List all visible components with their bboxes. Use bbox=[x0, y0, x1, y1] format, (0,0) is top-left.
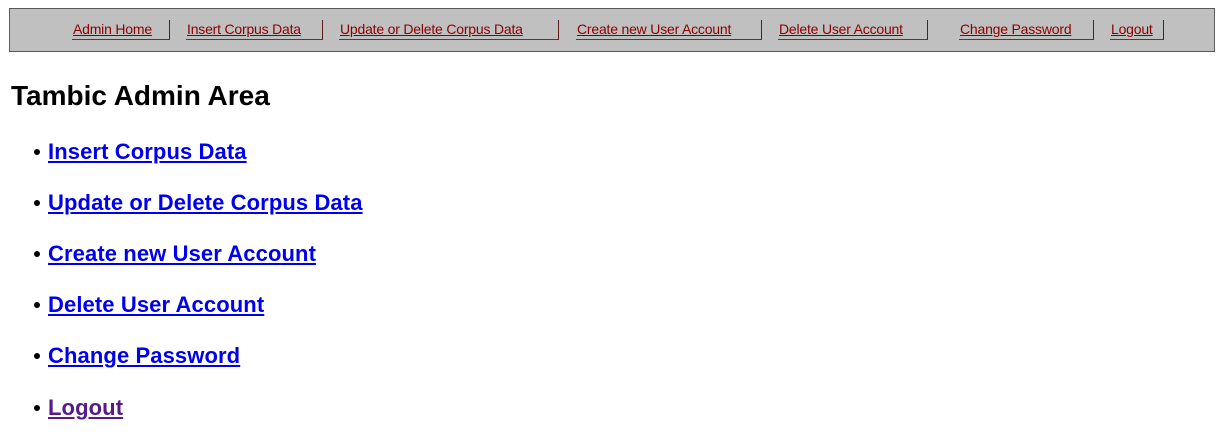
delete-user-account-link[interactable]: Delete User Account bbox=[48, 292, 264, 317]
nav-update-delete-corpus-data-link[interactable]: Update or Delete Corpus Data bbox=[339, 20, 559, 40]
insert-corpus-data-link[interactable]: Insert Corpus Data bbox=[48, 139, 247, 164]
create-user-account-link[interactable]: Create new User Account bbox=[48, 241, 316, 266]
bullet-icon bbox=[34, 250, 40, 257]
change-password-link[interactable]: Change Password bbox=[48, 343, 240, 368]
top-nav-bar: Admin Home Insert Corpus Data Update or … bbox=[9, 8, 1215, 52]
nav-create-user-account-link[interactable]: Create new User Account bbox=[576, 20, 762, 40]
logout-link[interactable]: Logout bbox=[48, 395, 123, 420]
bullet-icon bbox=[34, 352, 40, 359]
nav-insert-corpus-data-link[interactable]: Insert Corpus Data bbox=[186, 20, 323, 40]
list-item: Update or Delete Corpus Data bbox=[34, 190, 363, 222]
nav-change-password-link[interactable]: Change Password bbox=[959, 20, 1094, 40]
nav-delete-user-account-link[interactable]: Delete User Account bbox=[778, 20, 928, 40]
list-item: Create new User Account bbox=[34, 241, 316, 273]
page-title: Tambic Admin Area bbox=[11, 80, 270, 111]
list-item: Delete User Account bbox=[34, 292, 264, 324]
nav-logout-link[interactable]: Logout bbox=[1110, 20, 1164, 40]
bullet-icon bbox=[34, 404, 40, 411]
bullet-icon bbox=[34, 199, 40, 206]
bullet-icon bbox=[34, 301, 40, 308]
update-delete-corpus-data-link[interactable]: Update or Delete Corpus Data bbox=[48, 190, 363, 215]
bullet-icon bbox=[34, 148, 40, 155]
list-item: Logout bbox=[34, 395, 123, 427]
list-item: Change Password bbox=[34, 343, 240, 375]
nav-admin-home-link[interactable]: Admin Home bbox=[72, 20, 170, 40]
list-item: Insert Corpus Data bbox=[34, 139, 247, 171]
